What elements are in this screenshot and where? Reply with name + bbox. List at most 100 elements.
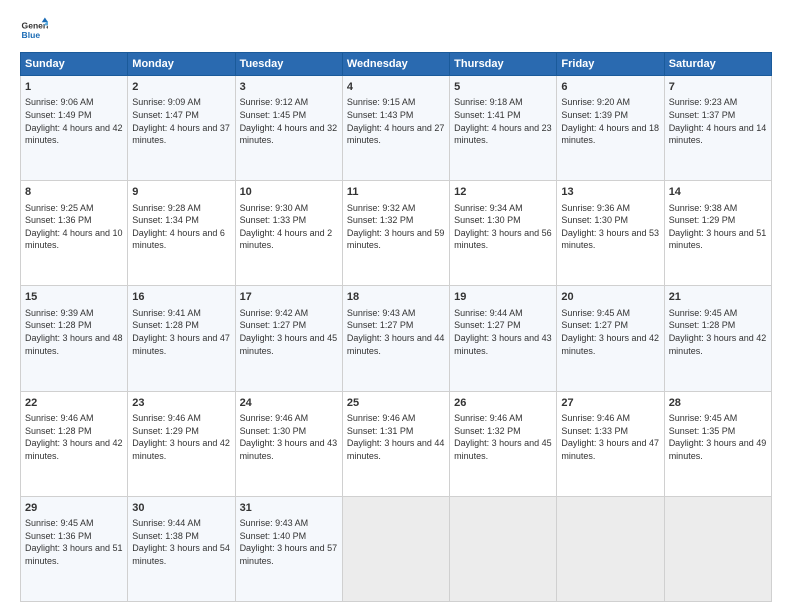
day-number: 31 bbox=[240, 501, 338, 516]
sunrise: Sunrise: 9:28 AM bbox=[132, 203, 201, 213]
sunrise: Sunrise: 9:20 AM bbox=[561, 97, 630, 107]
day-header-wednesday: Wednesday bbox=[342, 53, 449, 76]
calendar-cell: 23Sunrise: 9:46 AMSunset: 1:29 PMDayligh… bbox=[128, 391, 235, 496]
sunrise: Sunrise: 9:15 AM bbox=[347, 97, 416, 107]
day-number: 3 bbox=[240, 80, 338, 95]
calendar-cell: 28Sunrise: 9:45 AMSunset: 1:35 PMDayligh… bbox=[664, 391, 771, 496]
sunset: Sunset: 1:33 PM bbox=[240, 215, 307, 225]
day-number: 6 bbox=[561, 80, 659, 95]
week-row-3: 15Sunrise: 9:39 AMSunset: 1:28 PMDayligh… bbox=[21, 286, 772, 391]
calendar-cell: 22Sunrise: 9:46 AMSunset: 1:28 PMDayligh… bbox=[21, 391, 128, 496]
daylight: Daylight: 3 hours and 43 minutes. bbox=[240, 438, 338, 461]
calendar-cell: 25Sunrise: 9:46 AMSunset: 1:31 PMDayligh… bbox=[342, 391, 449, 496]
sunrise: Sunrise: 9:42 AM bbox=[240, 308, 309, 318]
day-header-saturday: Saturday bbox=[664, 53, 771, 76]
day-header-sunday: Sunday bbox=[21, 53, 128, 76]
sunrise: Sunrise: 9:45 AM bbox=[669, 413, 738, 423]
day-number: 16 bbox=[132, 290, 230, 305]
daylight: Daylight: 3 hours and 42 minutes. bbox=[561, 333, 659, 356]
sunrise: Sunrise: 9:39 AM bbox=[25, 308, 94, 318]
sunset: Sunset: 1:30 PM bbox=[454, 215, 521, 225]
calendar-cell: 14Sunrise: 9:38 AMSunset: 1:29 PMDayligh… bbox=[664, 181, 771, 286]
daylight: Daylight: 4 hours and 14 minutes. bbox=[669, 123, 767, 146]
day-number: 22 bbox=[25, 396, 123, 411]
daylight: Daylight: 4 hours and 18 minutes. bbox=[561, 123, 659, 146]
logo: General Blue bbox=[20, 16, 48, 44]
day-number: 24 bbox=[240, 396, 338, 411]
sunset: Sunset: 1:36 PM bbox=[25, 531, 92, 541]
day-header-friday: Friday bbox=[557, 53, 664, 76]
daylight: Daylight: 3 hours and 54 minutes. bbox=[132, 543, 230, 566]
sunset: Sunset: 1:29 PM bbox=[669, 215, 736, 225]
day-number: 11 bbox=[347, 185, 445, 200]
daylight: Daylight: 3 hours and 45 minutes. bbox=[240, 333, 338, 356]
daylight: Daylight: 3 hours and 47 minutes. bbox=[132, 333, 230, 356]
week-row-5: 29Sunrise: 9:45 AMSunset: 1:36 PMDayligh… bbox=[21, 496, 772, 601]
daylight: Daylight: 3 hours and 42 minutes. bbox=[25, 438, 123, 461]
logo-icon: General Blue bbox=[20, 16, 48, 44]
daylight: Daylight: 3 hours and 57 minutes. bbox=[240, 543, 338, 566]
calendar-cell: 8Sunrise: 9:25 AMSunset: 1:36 PMDaylight… bbox=[21, 181, 128, 286]
calendar-cell: 3Sunrise: 9:12 AMSunset: 1:45 PMDaylight… bbox=[235, 76, 342, 181]
day-header-monday: Monday bbox=[128, 53, 235, 76]
day-number: 12 bbox=[454, 185, 552, 200]
day-header-thursday: Thursday bbox=[450, 53, 557, 76]
sunset: Sunset: 1:27 PM bbox=[240, 320, 307, 330]
calendar-cell: 7Sunrise: 9:23 AMSunset: 1:37 PMDaylight… bbox=[664, 76, 771, 181]
day-number: 17 bbox=[240, 290, 338, 305]
day-number: 13 bbox=[561, 185, 659, 200]
sunrise: Sunrise: 9:18 AM bbox=[454, 97, 523, 107]
calendar-cell bbox=[664, 496, 771, 601]
sunrise: Sunrise: 9:46 AM bbox=[561, 413, 630, 423]
daylight: Daylight: 4 hours and 23 minutes. bbox=[454, 123, 552, 146]
day-number: 18 bbox=[347, 290, 445, 305]
sunset: Sunset: 1:35 PM bbox=[669, 426, 736, 436]
sunrise: Sunrise: 9:09 AM bbox=[132, 97, 201, 107]
sunrise: Sunrise: 9:36 AM bbox=[561, 203, 630, 213]
day-number: 10 bbox=[240, 185, 338, 200]
calendar-cell: 19Sunrise: 9:44 AMSunset: 1:27 PMDayligh… bbox=[450, 286, 557, 391]
calendar-cell: 20Sunrise: 9:45 AMSunset: 1:27 PMDayligh… bbox=[557, 286, 664, 391]
sunset: Sunset: 1:28 PM bbox=[132, 320, 199, 330]
daylight: Daylight: 3 hours and 56 minutes. bbox=[454, 228, 552, 251]
sunset: Sunset: 1:33 PM bbox=[561, 426, 628, 436]
sunrise: Sunrise: 9:45 AM bbox=[669, 308, 738, 318]
calendar-cell: 24 Sunrise: 9:46 AM Sunset: 1:30 PM Dayligh… bbox=[235, 391, 342, 496]
sunset: Sunset: 1:27 PM bbox=[347, 320, 414, 330]
daylight: Daylight: 3 hours and 48 minutes. bbox=[25, 333, 123, 356]
sunset: Sunset: 1:28 PM bbox=[669, 320, 736, 330]
calendar-cell: 26Sunrise: 9:46 AMSunset: 1:32 PMDayligh… bbox=[450, 391, 557, 496]
calendar-cell: 11Sunrise: 9:32 AMSunset: 1:32 PMDayligh… bbox=[342, 181, 449, 286]
day-number: 23 bbox=[132, 396, 230, 411]
sunset: Sunset: 1:28 PM bbox=[25, 320, 92, 330]
sunset: Sunset: 1:37 PM bbox=[669, 110, 736, 120]
sunset: Sunset: 1:43 PM bbox=[347, 110, 414, 120]
sunrise: Sunrise: 9:46 AM bbox=[347, 413, 416, 423]
sunrise: Sunrise: 9:34 AM bbox=[454, 203, 523, 213]
day-number: 8 bbox=[25, 185, 123, 200]
daylight: Daylight: 3 hours and 47 minutes. bbox=[561, 438, 659, 461]
sunset: Sunset: 1:40 PM bbox=[240, 531, 307, 541]
calendar-cell: 1Sunrise: 9:06 AMSunset: 1:49 PMDaylight… bbox=[21, 76, 128, 181]
sunset: Sunset: 1:30 PM bbox=[240, 426, 307, 436]
sunset: Sunset: 1:38 PM bbox=[132, 531, 199, 541]
sunrise: Sunrise: 9:38 AM bbox=[669, 203, 738, 213]
sunrise: Sunrise: 9:45 AM bbox=[561, 308, 630, 318]
calendar-cell: 15Sunrise: 9:39 AMSunset: 1:28 PMDayligh… bbox=[21, 286, 128, 391]
day-number: 19 bbox=[454, 290, 552, 305]
sunrise: Sunrise: 9:46 AM bbox=[240, 413, 309, 423]
calendar-cell: 27Sunrise: 9:46 AMSunset: 1:33 PMDayligh… bbox=[557, 391, 664, 496]
day-header-tuesday: Tuesday bbox=[235, 53, 342, 76]
daylight: Daylight: 3 hours and 51 minutes. bbox=[25, 543, 123, 566]
calendar-cell: 10Sunrise: 9:30 AMSunset: 1:33 PMDayligh… bbox=[235, 181, 342, 286]
day-number: 30 bbox=[132, 501, 230, 516]
daylight: Daylight: 3 hours and 44 minutes. bbox=[347, 438, 445, 461]
calendar-cell: 29Sunrise: 9:45 AMSunset: 1:36 PMDayligh… bbox=[21, 496, 128, 601]
sunset: Sunset: 1:31 PM bbox=[347, 426, 414, 436]
day-number: 4 bbox=[347, 80, 445, 95]
day-number: 14 bbox=[669, 185, 767, 200]
sunset: Sunset: 1:49 PM bbox=[25, 110, 92, 120]
calendar-cell: 13Sunrise: 9:36 AMSunset: 1:30 PMDayligh… bbox=[557, 181, 664, 286]
sunrise: Sunrise: 9:44 AM bbox=[132, 518, 201, 528]
day-number: 9 bbox=[132, 185, 230, 200]
